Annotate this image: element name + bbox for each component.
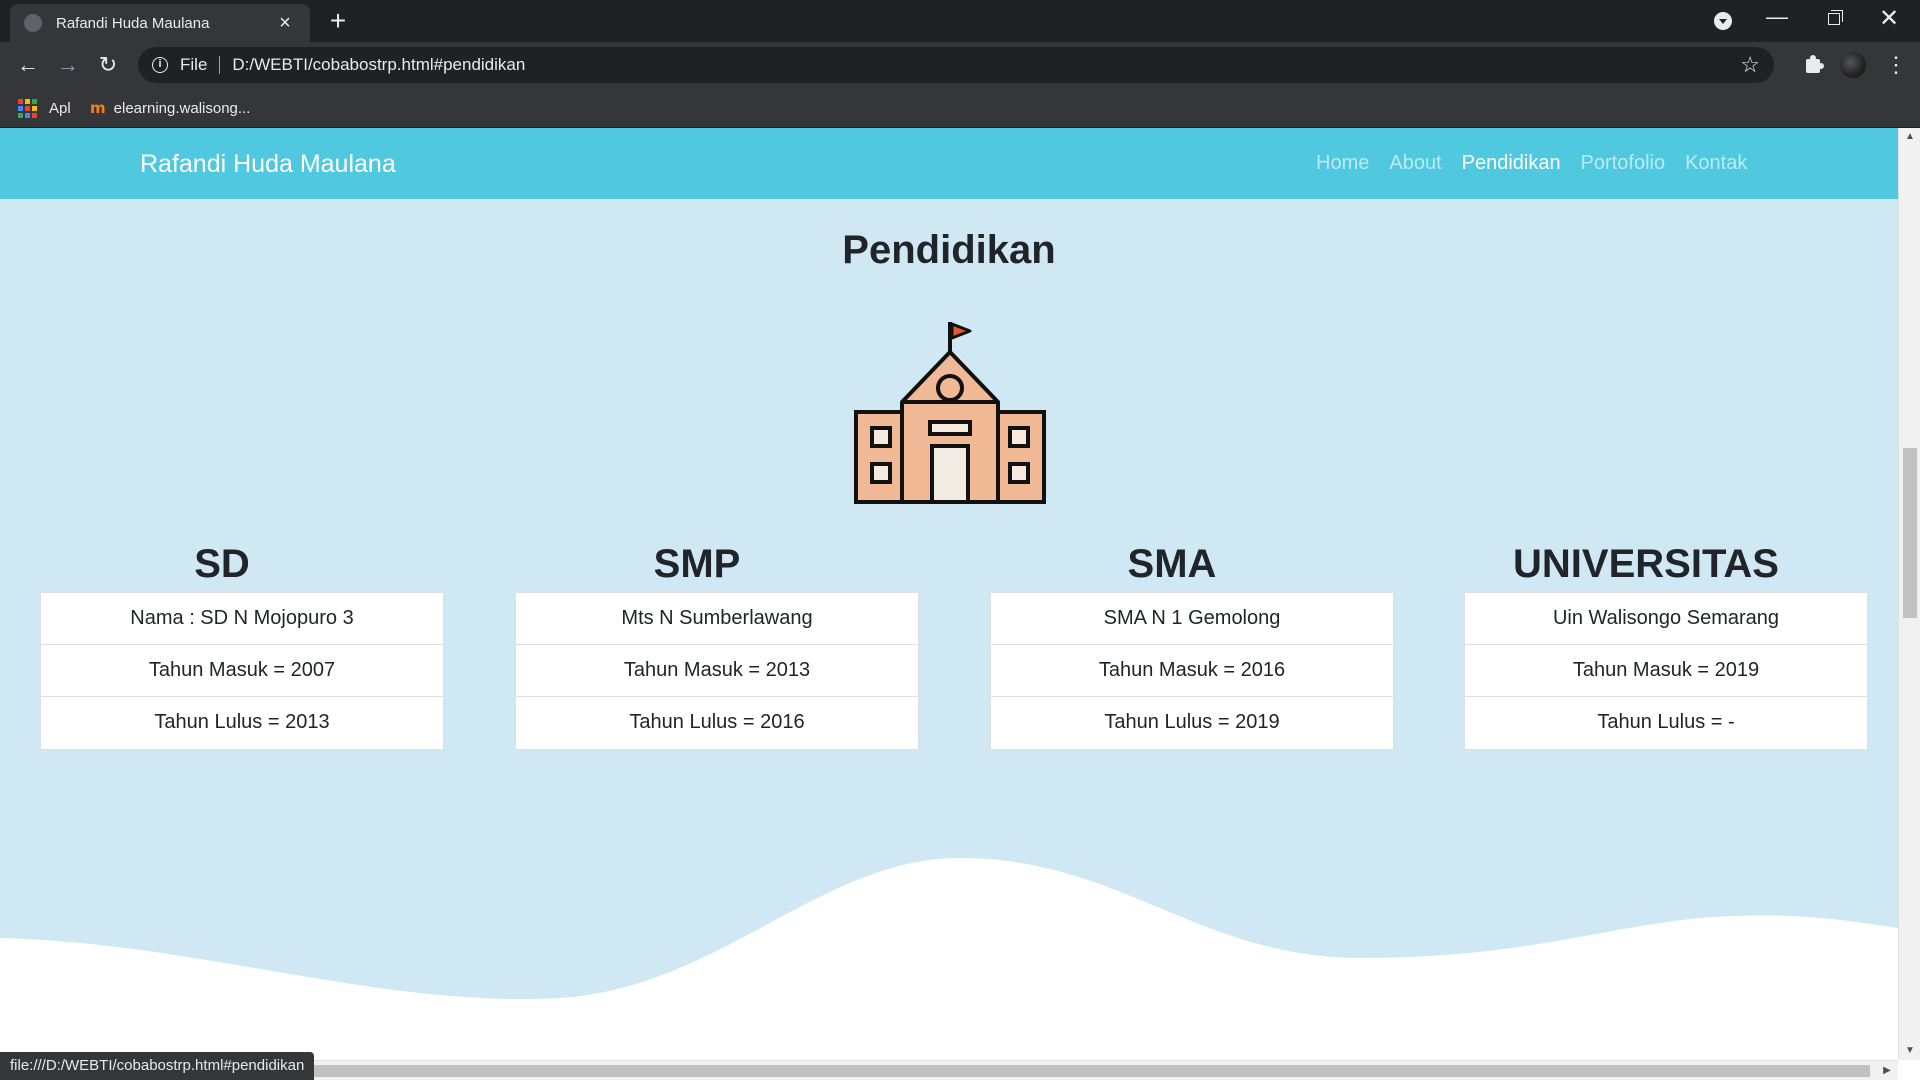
education-smp: SMP Mts N Sumberlawang Tahun Masuk = 201… xyxy=(515,536,919,750)
education-row: Tahun Masuk = 2013 xyxy=(516,645,918,697)
bookmark-elearning[interactable]: m elearning.walisong... xyxy=(90,96,250,120)
education-row: Tahun Masuk = 2019 xyxy=(1465,645,1867,697)
bookmark-star-icon[interactable]: ☆ xyxy=(1740,52,1760,78)
education-level-title: UNIVERSITAS xyxy=(1513,542,1779,586)
bookmark-label: elearning.walisong... xyxy=(113,99,251,117)
education-row: Tahun Lulus = 2016 xyxy=(629,711,805,733)
education-row: Tahun Lulus = - xyxy=(1597,711,1735,733)
education-row: Mts N Sumberlawang xyxy=(516,593,918,645)
browser-toolbar: ← → ↻ i File D:/WEBTI/cobabostrp.html#pe… xyxy=(0,42,1920,88)
wave-divider xyxy=(0,858,1898,1060)
section-title: Pendidikan xyxy=(842,228,1056,272)
bookmark-label: Apl xyxy=(49,99,71,117)
nav-link-about[interactable]: About xyxy=(1389,152,1441,175)
scroll-down-icon[interactable]: ▼ xyxy=(1899,1042,1920,1060)
forward-arrow-icon[interactable]: → xyxy=(52,49,84,81)
scrollbar-thumb[interactable] xyxy=(1903,448,1917,618)
vertical-scrollbar[interactable]: ▲ ▼ xyxy=(1898,128,1920,1060)
navbar-brand[interactable]: Rafandi Huda Maulana xyxy=(140,150,396,179)
education-row: Tahun Lulus = 2019 xyxy=(1104,711,1280,733)
education-card: SMA N 1 Gemolong Tahun Masuk = 2016 Tahu… xyxy=(990,592,1394,750)
nav-links: Home About Pendidikan Portofolio Kontak xyxy=(1316,152,1747,175)
divider xyxy=(219,56,221,74)
education-row: Uin Walisongo Semarang xyxy=(1465,593,1867,645)
reload-icon[interactable]: ↻ xyxy=(92,49,124,81)
globe-icon xyxy=(24,14,42,32)
education-row: SMA N 1 Gemolong xyxy=(991,593,1393,645)
browser-tab[interactable]: Rafandi Huda Maulana × xyxy=(10,4,310,42)
nav-link-home[interactable]: Home xyxy=(1316,152,1369,175)
back-arrow-icon[interactable]: ← xyxy=(12,49,44,81)
nav-link-kontak[interactable]: Kontak xyxy=(1685,152,1747,175)
education-level-title: SMP xyxy=(653,542,741,586)
education-row: Nama : SD N Mojopuro 3 xyxy=(41,593,443,645)
scheme-label: File xyxy=(180,55,208,74)
education-row: Tahun Lulus = 2013 xyxy=(154,711,330,733)
nav-link-portofolio[interactable]: Portofolio xyxy=(1581,152,1666,175)
scroll-right-icon[interactable]: ▶ xyxy=(1878,1061,1896,1080)
education-sma: SMA SMA N 1 Gemolong Tahun Masuk = 2016 … xyxy=(990,536,1394,750)
extensions-puzzle-icon[interactable] xyxy=(1798,49,1830,81)
school-building-icon xyxy=(854,322,1046,504)
education-universitas: UNIVERSITAS Uin Walisongo Semarang Tahun… xyxy=(1464,536,1868,750)
moodle-icon: m xyxy=(90,99,106,117)
education-card: Mts N Sumberlawang Tahun Masuk = 2013 Ta… xyxy=(515,592,919,750)
education-sd: SD Nama : SD N Mojopuro 3 Tahun Masuk = … xyxy=(40,536,444,750)
site-navbar: Rafandi Huda Maulana Home About Pendidik… xyxy=(0,128,1898,199)
browser-tab-strip: Rafandi Huda Maulana × + — ✕ xyxy=(0,0,1920,42)
page-viewport: Rafandi Huda Maulana Home About Pendidik… xyxy=(0,128,1898,1060)
bookmarks-bar: Apl m elearning.walisong... xyxy=(0,88,1920,128)
bookmark-apps[interactable]: Apl xyxy=(18,96,71,120)
chevron-down-icon xyxy=(1714,12,1732,30)
apps-grid-icon xyxy=(18,98,37,118)
scroll-up-icon[interactable]: ▲ xyxy=(1899,128,1920,146)
tab-search-button[interactable] xyxy=(1700,0,1746,40)
restore-button[interactable] xyxy=(1810,0,1856,40)
profile-avatar[interactable] xyxy=(1840,52,1866,78)
education-row: Tahun Masuk = 2007 xyxy=(41,645,443,697)
minimize-button[interactable]: — xyxy=(1754,0,1800,40)
nav-link-pendidikan[interactable]: Pendidikan xyxy=(1462,152,1561,175)
info-icon[interactable]: i xyxy=(152,57,168,73)
education-row: Tahun Masuk = 2016 xyxy=(991,645,1393,697)
close-window-button[interactable]: ✕ xyxy=(1866,0,1912,40)
education-level-title: SD xyxy=(194,542,250,586)
new-tab-button[interactable]: + xyxy=(322,6,354,38)
close-tab-icon[interactable]: × xyxy=(274,12,296,35)
status-url-preview: file:///D:/WEBTI/cobabostrp.html#pendidi… xyxy=(0,1052,315,1080)
tab-title: Rafandi Huda Maulana xyxy=(56,14,210,32)
education-card: Uin Walisongo Semarang Tahun Masuk = 201… xyxy=(1464,592,1868,750)
url-text[interactable]: D:/WEBTI/cobabostrp.html#pendidikan xyxy=(232,55,1740,75)
education-card: Nama : SD N Mojopuro 3 Tahun Masuk = 200… xyxy=(40,592,444,750)
education-level-title: SMA xyxy=(1127,542,1217,586)
kebab-menu-icon[interactable]: ⋮ xyxy=(1880,49,1912,81)
address-bar[interactable]: i File D:/WEBTI/cobabostrp.html#pendidik… xyxy=(138,47,1774,83)
